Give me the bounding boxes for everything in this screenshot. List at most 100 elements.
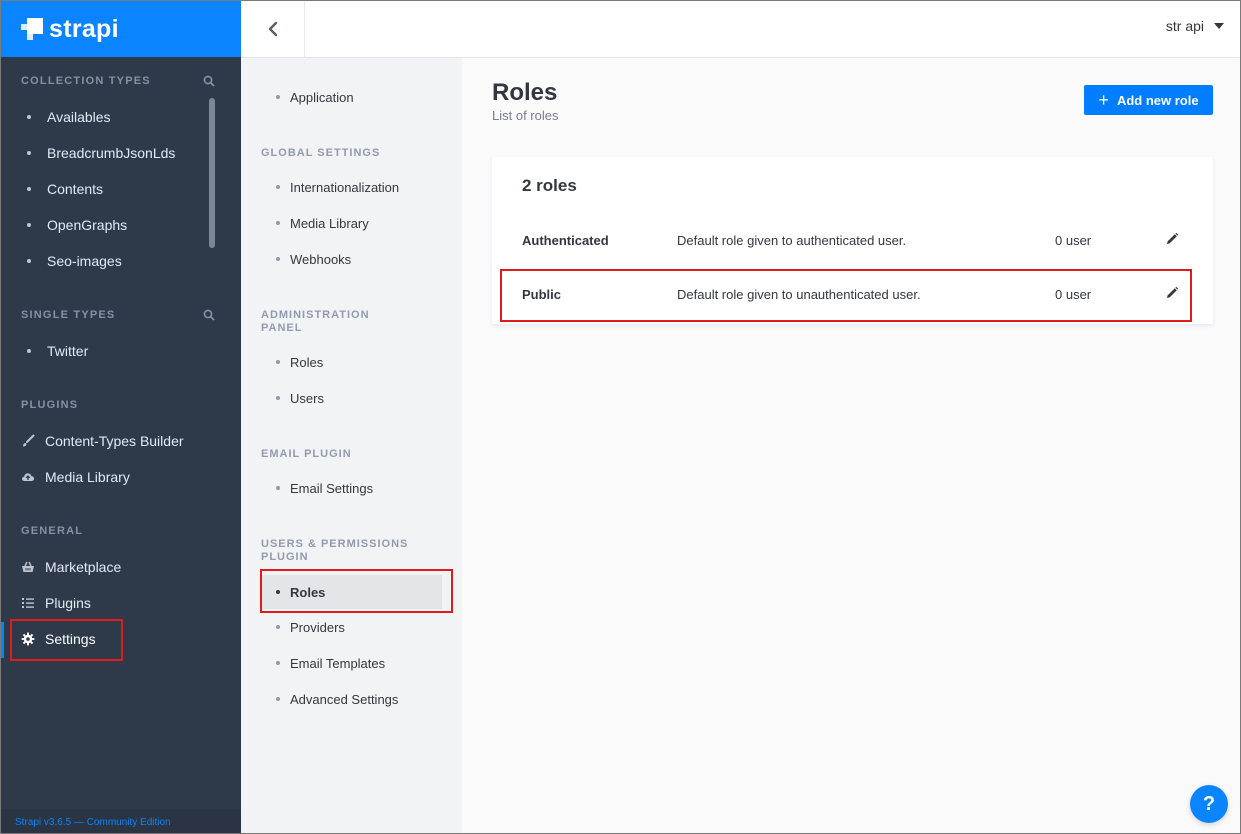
sidebar-item-label: Twitter <box>47 343 89 359</box>
paintbrush-icon <box>23 434 35 447</box>
role-user-count: 0 user <box>1055 233 1092 248</box>
bullet-icon <box>276 661 280 665</box>
help-button[interactable]: ? <box>1190 785 1228 823</box>
collection-types-header: COLLECTION TYPES <box>21 74 215 88</box>
subnav-item-label: Media Library <box>290 215 369 231</box>
sidebar-item-label: BreadcrumbJsonLds <box>47 145 176 161</box>
sidebar-item-label: Availables <box>47 109 111 125</box>
role-description: Default role given to authenticated user… <box>677 233 907 248</box>
subnav-item-internationalization[interactable]: Internationalization <box>261 170 442 204</box>
page-subtitle: List of roles <box>492 108 559 123</box>
subnav-item-email-settings[interactable]: Email Settings <box>261 471 442 505</box>
bullet-icon <box>276 625 280 629</box>
main-content: Roles List of roles + Add new role 2 rol… <box>462 58 1240 833</box>
page-title: Roles <box>492 79 558 106</box>
basket-icon <box>22 561 34 572</box>
bullet-icon <box>27 259 31 263</box>
subnav-item-media-library[interactable]: Media Library <box>261 206 442 240</box>
subnav-item-label: Advanced Settings <box>290 691 399 707</box>
email-plugin-header: EMAIL PLUGIN <box>261 448 352 460</box>
sidebar-item-label: Media Library <box>45 469 130 485</box>
user-name: str api <box>1165 18 1204 34</box>
sidebar-item-twitter[interactable]: Twitter <box>21 333 211 369</box>
subnav-item-admin-users[interactable]: Users <box>261 381 442 415</box>
subnav-item-label: Roles <box>290 354 324 370</box>
subnav-item-label: Webhooks <box>290 251 352 267</box>
sidebar-item-plugins[interactable]: Plugins <box>21 585 221 621</box>
subnav-item-label: Application <box>290 89 354 105</box>
caret-down-icon <box>1214 23 1224 29</box>
subnav-item-webhooks[interactable]: Webhooks <box>261 242 442 276</box>
subnav-item-email-templates[interactable]: Email Templates <box>261 646 442 680</box>
bullet-icon <box>27 115 31 119</box>
plus-icon: + <box>1098 90 1109 110</box>
version-text: Strapi v3.6.5 — Community Edition <box>15 816 171 828</box>
highlight-roles-subnav <box>260 569 453 613</box>
bullet-icon <box>276 257 280 261</box>
single-types-header: SINGLE TYPES <box>21 308 215 322</box>
general-header: GENERAL <box>21 524 215 538</box>
back-button[interactable] <box>241 1 305 57</box>
subnav-item-providers[interactable]: Providers <box>261 610 442 644</box>
list-icon <box>22 598 34 608</box>
strapi-logo-icon <box>21 18 43 40</box>
single-types-title: SINGLE TYPES <box>21 309 116 321</box>
sidebar-item-breadcrumbjsonlds[interactable]: BreadcrumbJsonLds <box>21 135 211 171</box>
search-icon[interactable] <box>203 75 215 87</box>
users-permissions-header: USERS & PERMISSIONS PLUGIN <box>261 538 409 563</box>
highlight-settings <box>10 619 123 661</box>
main-sidebar: strapi COLLECTION TYPES Availables Bread… <box>1 1 241 833</box>
version-footer[interactable]: Strapi v3.6.5 — Community Edition <box>1 809 241 833</box>
logo-bar[interactable]: strapi <box>1 1 241 57</box>
sidebar-item-availables[interactable]: Availables <box>21 99 211 135</box>
subnav-item-admin-roles[interactable]: Roles <box>261 345 442 379</box>
bullet-icon <box>276 95 280 99</box>
role-name: Authenticated <box>522 233 609 248</box>
subnav-item-label: Providers <box>290 619 345 635</box>
subnav-item-label: Internationalization <box>290 179 400 195</box>
pencil-icon[interactable] <box>1165 232 1179 246</box>
subnav-item-label: Email Settings <box>290 480 374 496</box>
bullet-icon <box>27 151 31 155</box>
bullet-icon <box>276 697 280 701</box>
sidebar-item-contents[interactable]: Contents <box>21 171 211 207</box>
active-indicator <box>1 622 4 658</box>
logo-text: strapi <box>49 14 119 43</box>
sidebar-item-label: Content-Types Builder <box>45 433 184 449</box>
add-new-role-button[interactable]: + Add new role <box>1084 85 1213 115</box>
settings-subnav: Application GLOBAL SETTINGS Internationa… <box>241 58 462 833</box>
roles-count-title: 2 roles <box>522 176 577 195</box>
sidebar-item-opengraphs[interactable]: OpenGraphs <box>21 207 211 243</box>
highlight-public-row <box>500 269 1192 322</box>
search-icon[interactable] <box>203 309 215 321</box>
sidebar-item-label: Seo-images <box>47 253 122 269</box>
sidebar-item-label: Plugins <box>45 595 91 611</box>
plugins-title: PLUGINS <box>21 399 79 411</box>
sidebar-item-content-types-builder[interactable]: Content-Types Builder <box>21 423 221 459</box>
bullet-icon <box>27 187 31 191</box>
subnav-item-application[interactable]: Application <box>261 80 442 114</box>
app-window: strapi COLLECTION TYPES Availables Bread… <box>0 0 1241 834</box>
sidebar-item-label: OpenGraphs <box>47 217 128 233</box>
bullet-icon <box>276 396 280 400</box>
global-settings-header: GLOBAL SETTINGS <box>261 147 381 159</box>
bullet-icon <box>276 221 280 225</box>
top-header: str api <box>241 1 1240 58</box>
add-new-role-label: Add new role <box>1116 92 1199 108</box>
subnav-item-label: Email Templates <box>290 655 386 671</box>
bullet-icon <box>27 223 31 227</box>
sidebar-item-label: Marketplace <box>45 559 122 575</box>
chevron-left-icon <box>268 21 277 37</box>
plugins-header: PLUGINS <box>21 398 215 412</box>
role-row-authenticated[interactable]: Authenticated Default role given to auth… <box>492 214 1213 268</box>
sidebar-item-media-library[interactable]: Media Library <box>21 459 221 495</box>
subnav-item-advanced-settings[interactable]: Advanced Settings <box>261 682 442 716</box>
sidebar-item-marketplace[interactable]: Marketplace <box>21 549 221 585</box>
bullet-icon <box>27 349 31 353</box>
bullet-icon <box>276 360 280 364</box>
cloud-upload-icon <box>22 473 35 481</box>
sidebar-item-seo-images[interactable]: Seo-images <box>21 243 211 279</box>
collection-types-title: COLLECTION TYPES <box>21 75 151 87</box>
bullet-icon <box>276 185 280 189</box>
user-menu[interactable]: str api <box>1166 18 1224 34</box>
